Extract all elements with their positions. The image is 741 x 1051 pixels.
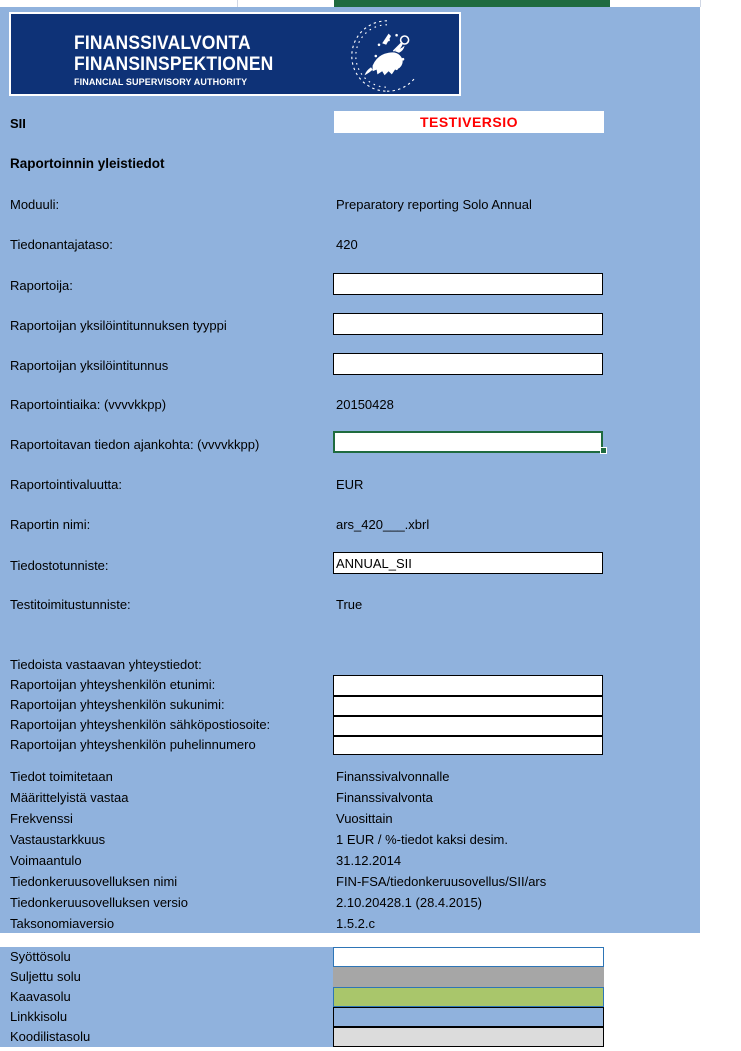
meta-label-sovellus-versio: Tiedonkeruusovelluksen versio [10,895,189,910]
legend-row-suljettu-solu: Suljettu solu [0,967,604,987]
logo-line-sv: FINANSINSPEKTIONEN [74,54,274,75]
field-label-yksiloiintitunnus: Raportoijan yksilöintitunnus [10,358,169,373]
field-value-valuutta: EUR [336,477,364,492]
legend-row-kaavasolu: Kaavasolu [0,987,604,1007]
meta-value-sovellus-versio: 2.10.20428.1 (28.4.2015) [336,895,483,910]
contact-puhelin-input[interactable] [333,735,603,755]
field-label-raportin-nimi: Raportin nimi: [10,517,91,532]
yksiloiintitunnuksen-tyyppi-input[interactable] [333,313,603,335]
sheet-name-label: SII [10,116,26,131]
field-label-tiedonantajataso: Tiedonantajataso: [10,237,113,252]
meta-value-voimaantulo: 31.12.2014 [336,853,402,868]
meta-value-vastaustarkkuus: 1 EUR / %-tiedot kaksi desim. [336,832,508,847]
test-version-text: TESTIVERSIO [419,114,519,130]
legend-label: Koodilistasolu [0,1027,333,1047]
logo-line-fi: FINANSSIVALVONTA [74,33,251,54]
legend-row-syottosolu: Syöttösolu [0,947,604,967]
field-label-tunnuksen-tyyppi: Raportoijan yksilöintitunnuksen tyyppi [10,318,227,333]
meta-label-toimitetaan: Tiedot toimitetaan [10,769,113,784]
test-version-banner: TESTIVERSIO [334,111,604,133]
logo-wordmark: FINANSSIVALVONTA FINANSINSPEKTIONEN FINA… [74,34,291,88]
field-value-testitoimitustunniste: True [336,597,363,612]
contact-label-sahkoposti: Raportoijan yhteyshenkilön sähköpostioso… [10,717,271,732]
fin-fsa-logo-banner: FINANSSIVALVONTA FINANSINSPEKTIONEN FINA… [9,12,461,96]
legend-label: Suljettu solu [0,967,333,987]
meta-label-frekvenssi: Frekvenssi [10,811,73,826]
grid-line [700,0,701,7]
legend-swatch-codelist-cell [333,1027,604,1047]
fill-handle[interactable] [600,447,607,454]
field-label-tiedostotunniste: Tiedostotunniste: [10,558,109,573]
field-value-moduuli: Preparatory reporting Solo Annual [336,197,532,212]
yksiloiintitunnus-input[interactable] [333,353,603,375]
logo-line-en: FINANCIAL SUPERVISORY AUTHORITY [74,77,248,88]
meta-label-taksonomia: Taksonomiaversio [10,916,115,931]
worksheet-body: FINANSSIVALVONTA FINANSINSPEKTIONEN FINA… [0,7,700,933]
field-label-tiedon-ajankohta: Raportoitavan tiedon ajankohta: (vvvvkkp… [10,437,260,452]
legend-swatch-input-cell [333,947,604,967]
contact-section-heading: Tiedoista vastaavan yhteystiedot: [10,657,202,672]
field-label-testitoimitustunniste: Testitoimitustunniste: [10,597,131,612]
meta-label-vastaustarkkuus: Vastaustarkkuus [10,832,106,847]
field-label-raportoija: Raportoija: [10,278,73,293]
page-title: Raportoinnin yleistiedot [10,156,165,171]
field-value-raportointiaika: 20150428 [336,397,394,412]
legend-label: Syöttösolu [0,947,333,967]
contact-label-puhelin: Raportoijan yhteyshenkilön puhelinnumero [10,737,256,752]
legend-row-koodilistasolu: Koodilistasolu [0,1027,604,1047]
finnish-lion-crest-icon [351,20,417,92]
contact-etunimi-input[interactable] [333,675,603,695]
legend-label: Kaavasolu [0,987,333,1007]
contact-sukunimi-input[interactable] [333,695,603,715]
field-label-raportointiaika: Raportointiaika: (vvvvkkpp) [10,397,167,412]
contact-label-etunimi: Raportoijan yhteyshenkilön etunimi: [10,677,216,692]
contact-label-sukunimi: Raportoijan yhteyshenkilön sukunimi: [10,697,225,712]
raportoitavan-tiedon-ajankohta-input[interactable] [333,431,603,453]
spreadsheet-top-row [0,0,741,8]
contact-sahkoposti-input[interactable] [333,715,603,735]
legend-row-linkkisolu: Linkkisolu [0,1007,604,1027]
grid-line [237,0,238,7]
legend-swatch-formula-cell [333,987,604,1007]
meta-value-maarittelyista: Finanssivalvonta [336,790,433,805]
meta-label-maarittelyista: Määrittelyistä vastaa [10,790,129,805]
meta-value-frekvenssi: Vuosittain [336,811,393,826]
tiedostotunniste-input[interactable] [333,552,603,574]
meta-label-voimaantulo: Voimaantulo [10,853,82,868]
legend-swatch-locked-cell [333,967,604,987]
meta-value-sovellus-nimi: FIN-FSA/tiedonkeruusovellus/SII/ars [336,874,547,889]
meta-value-taksonomia: 1.5.2.c [336,916,376,931]
field-label-valuutta: Raportointivaluutta: [10,477,123,492]
field-label-moduuli: Moduuli: [10,197,60,212]
field-value-tiedonantajataso: 420 [336,237,358,252]
raportoija-input[interactable] [333,273,603,295]
meta-label-sovellus-nimi: Tiedonkeruusovelluksen nimi [10,874,178,889]
legend-swatch-link-cell [333,1007,604,1027]
meta-value-toimitetaan: Finanssivalvonnalle [336,769,450,784]
field-value-raportin-nimi: ars_420___.xbrl [336,517,430,532]
legend-label: Linkkisolu [0,1007,333,1027]
cell-type-legend: Syöttösolu Suljettu solu Kaavasolu Linkk… [0,947,604,1048]
